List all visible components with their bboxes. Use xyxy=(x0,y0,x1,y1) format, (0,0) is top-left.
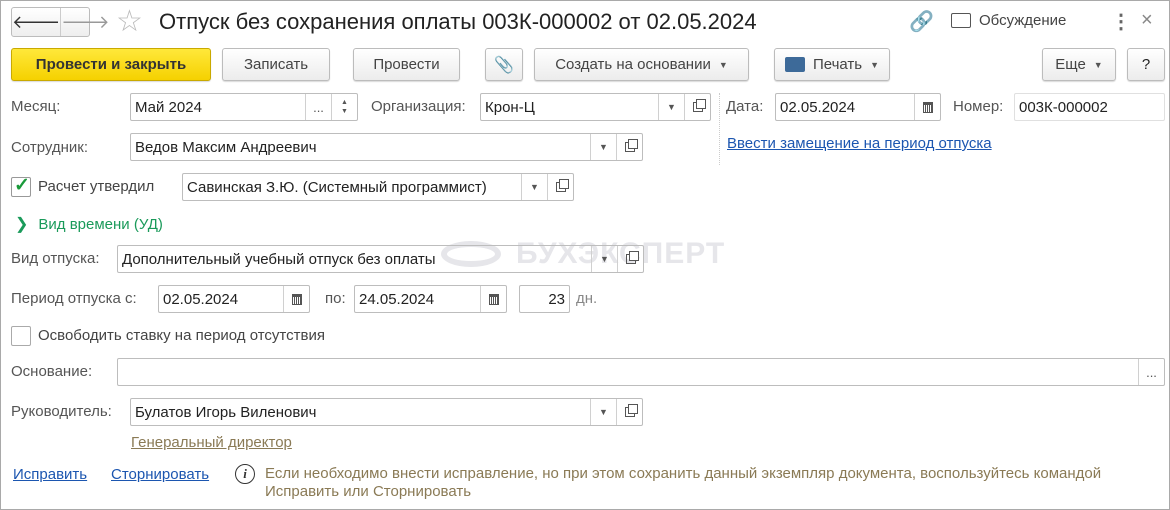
dropdown-icon[interactable]: ▼ xyxy=(591,246,617,272)
printer-icon xyxy=(784,57,805,72)
page-title: Отпуск без сохранения оплаты 003К-000002… xyxy=(159,9,757,34)
time-type-group-toggle[interactable]: ❯ Вид времени (УД) xyxy=(15,214,163,234)
dropdown-icon[interactable]: ▼ xyxy=(590,399,616,425)
days-field[interactable]: 23 xyxy=(519,285,570,313)
open-icon[interactable] xyxy=(616,399,642,425)
number-label: Номер: xyxy=(953,98,1004,115)
discussion-icon xyxy=(951,13,971,28)
employee-value: Ведов Максим Андреевич xyxy=(135,138,317,156)
employee-field[interactable]: Ведов Максим Андреевич ▼ xyxy=(130,133,643,161)
calendar-icon[interactable] xyxy=(283,286,309,312)
info-icon: i xyxy=(235,464,255,484)
month-spinner[interactable]: ▲ ▼ xyxy=(331,94,357,120)
period-from-value: 02.05.2024 xyxy=(163,290,239,308)
approved-label: Расчет утвердил xyxy=(38,178,155,195)
date-field[interactable]: 02.05.2024 xyxy=(775,93,941,121)
discussion-label: Обсуждение xyxy=(979,12,1067,29)
fix-link[interactable]: Исправить xyxy=(13,466,87,483)
post-button[interactable]: Провести xyxy=(353,48,460,81)
organization-field[interactable]: Крон-Ц ▼ xyxy=(480,93,711,121)
employee-label: Сотрудник: xyxy=(11,139,89,156)
caret-down-icon: ▼ xyxy=(718,59,728,70)
help-button[interactable]: ? xyxy=(1127,48,1165,81)
forward-button[interactable]: 🡒 xyxy=(61,8,109,36)
organization-value: Крон-Ц xyxy=(485,98,535,116)
date-value: 02.05.2024 xyxy=(780,98,856,116)
month-pick-button[interactable]: ... xyxy=(305,94,331,120)
caret-down-icon: ▼ xyxy=(870,59,880,70)
open-icon[interactable] xyxy=(684,94,710,120)
manager-value: Булатов Игорь Виленович xyxy=(135,403,317,421)
discussion-button[interactable]: Обсуждение xyxy=(951,12,1066,29)
open-icon[interactable] xyxy=(616,134,642,160)
basis-pick-button[interactable]: ... xyxy=(1138,359,1164,385)
storno-link[interactable]: Сторнировать xyxy=(111,466,209,483)
document-window: 🡐 🡒 ☆ Отпуск без сохранения оплаты 003К-… xyxy=(0,0,1170,510)
nav-buttons: 🡐 🡒 xyxy=(11,7,110,37)
month-label: Месяц: xyxy=(11,98,61,115)
calendar-icon[interactable] xyxy=(914,94,940,120)
manager-label: Руководитель: xyxy=(11,403,112,420)
more-menu-icon[interactable]: ⋮ xyxy=(1111,9,1131,34)
open-icon[interactable] xyxy=(547,174,573,200)
more-button[interactable]: Еще ▼ xyxy=(1042,48,1116,81)
dropdown-icon[interactable]: ▼ xyxy=(658,94,684,120)
leave-type-value: Дополнительный учебный отпуск без оплаты xyxy=(122,250,436,268)
free-rate-label: Освободить ставку на период отсутствия xyxy=(38,327,325,344)
back-button[interactable]: 🡐 xyxy=(12,8,62,36)
link-icon[interactable]: 🔗 xyxy=(909,9,934,34)
period-from-field[interactable]: 02.05.2024 xyxy=(158,285,310,313)
post-and-close-button[interactable]: Провести и закрыть xyxy=(11,48,211,81)
dropdown-icon[interactable]: ▼ xyxy=(521,174,547,200)
period-to-label: по: xyxy=(325,290,346,307)
calendar-icon[interactable] xyxy=(480,286,506,312)
enter-replacement-link[interactable]: Ввести замещение на период отпуска xyxy=(727,135,992,152)
attach-button[interactable]: 📎 xyxy=(485,48,523,81)
create-based-on-button[interactable]: Создать на основании ▼ xyxy=(534,48,749,81)
date-label: Дата: xyxy=(726,98,764,115)
approved-by-field[interactable]: Савинская З.Ю. (Системный программист) ▼ xyxy=(182,173,574,201)
leave-type-field[interactable]: Дополнительный учебный отпуск без оплаты… xyxy=(117,245,644,273)
approved-by-value: Савинская З.Ю. (Системный программист) xyxy=(187,178,487,196)
checkmark-icon: ✓ xyxy=(14,175,30,196)
days-value: 23 xyxy=(548,290,565,308)
days-unit-label: дн. xyxy=(576,290,598,307)
manager-field[interactable]: Булатов Игорь Виленович ▼ xyxy=(130,398,643,426)
leave-type-label: Вид отпуска: xyxy=(11,250,100,267)
column-divider xyxy=(719,93,720,165)
basis-field[interactable]: ... xyxy=(117,358,1165,386)
manager-position-link[interactable]: Генеральный директор xyxy=(131,434,292,451)
basis-label: Основание: xyxy=(11,363,93,380)
close-icon[interactable]: × xyxy=(1141,9,1153,32)
chevron-right-icon: ❯ xyxy=(15,216,29,233)
print-label: Печать xyxy=(812,56,863,73)
info-text: Если необходимо внести исправление, но п… xyxy=(265,465,1102,500)
period-to-value: 24.05.2024 xyxy=(359,290,435,308)
month-field[interactable]: Май 2024 ... ▲ ▼ xyxy=(130,93,358,121)
paperclip-icon: 📎 xyxy=(494,56,514,74)
organization-label: Организация: xyxy=(371,98,466,115)
time-type-label: Вид времени (УД) xyxy=(38,215,163,233)
approved-checkbox[interactable]: ✓ xyxy=(11,175,31,197)
save-button[interactable]: Записать xyxy=(222,48,330,81)
create-based-on-label: Создать на основании xyxy=(555,56,711,73)
caret-down-icon: ▼ xyxy=(1093,59,1103,70)
month-value: Май 2024 xyxy=(135,98,202,116)
number-field[interactable]: 003К-000002 xyxy=(1014,93,1165,121)
favorite-star-icon[interactable]: ☆ xyxy=(116,4,143,39)
dropdown-icon[interactable]: ▼ xyxy=(590,134,616,160)
print-button[interactable]: Печать ▼ xyxy=(774,48,890,81)
period-label: Период отпуска с: xyxy=(11,290,137,307)
period-to-field[interactable]: 24.05.2024 xyxy=(354,285,507,313)
open-icon[interactable] xyxy=(617,246,643,272)
free-rate-checkbox[interactable] xyxy=(11,326,31,346)
number-value: 003К-000002 xyxy=(1019,98,1108,116)
more-label: Еще xyxy=(1055,56,1086,73)
